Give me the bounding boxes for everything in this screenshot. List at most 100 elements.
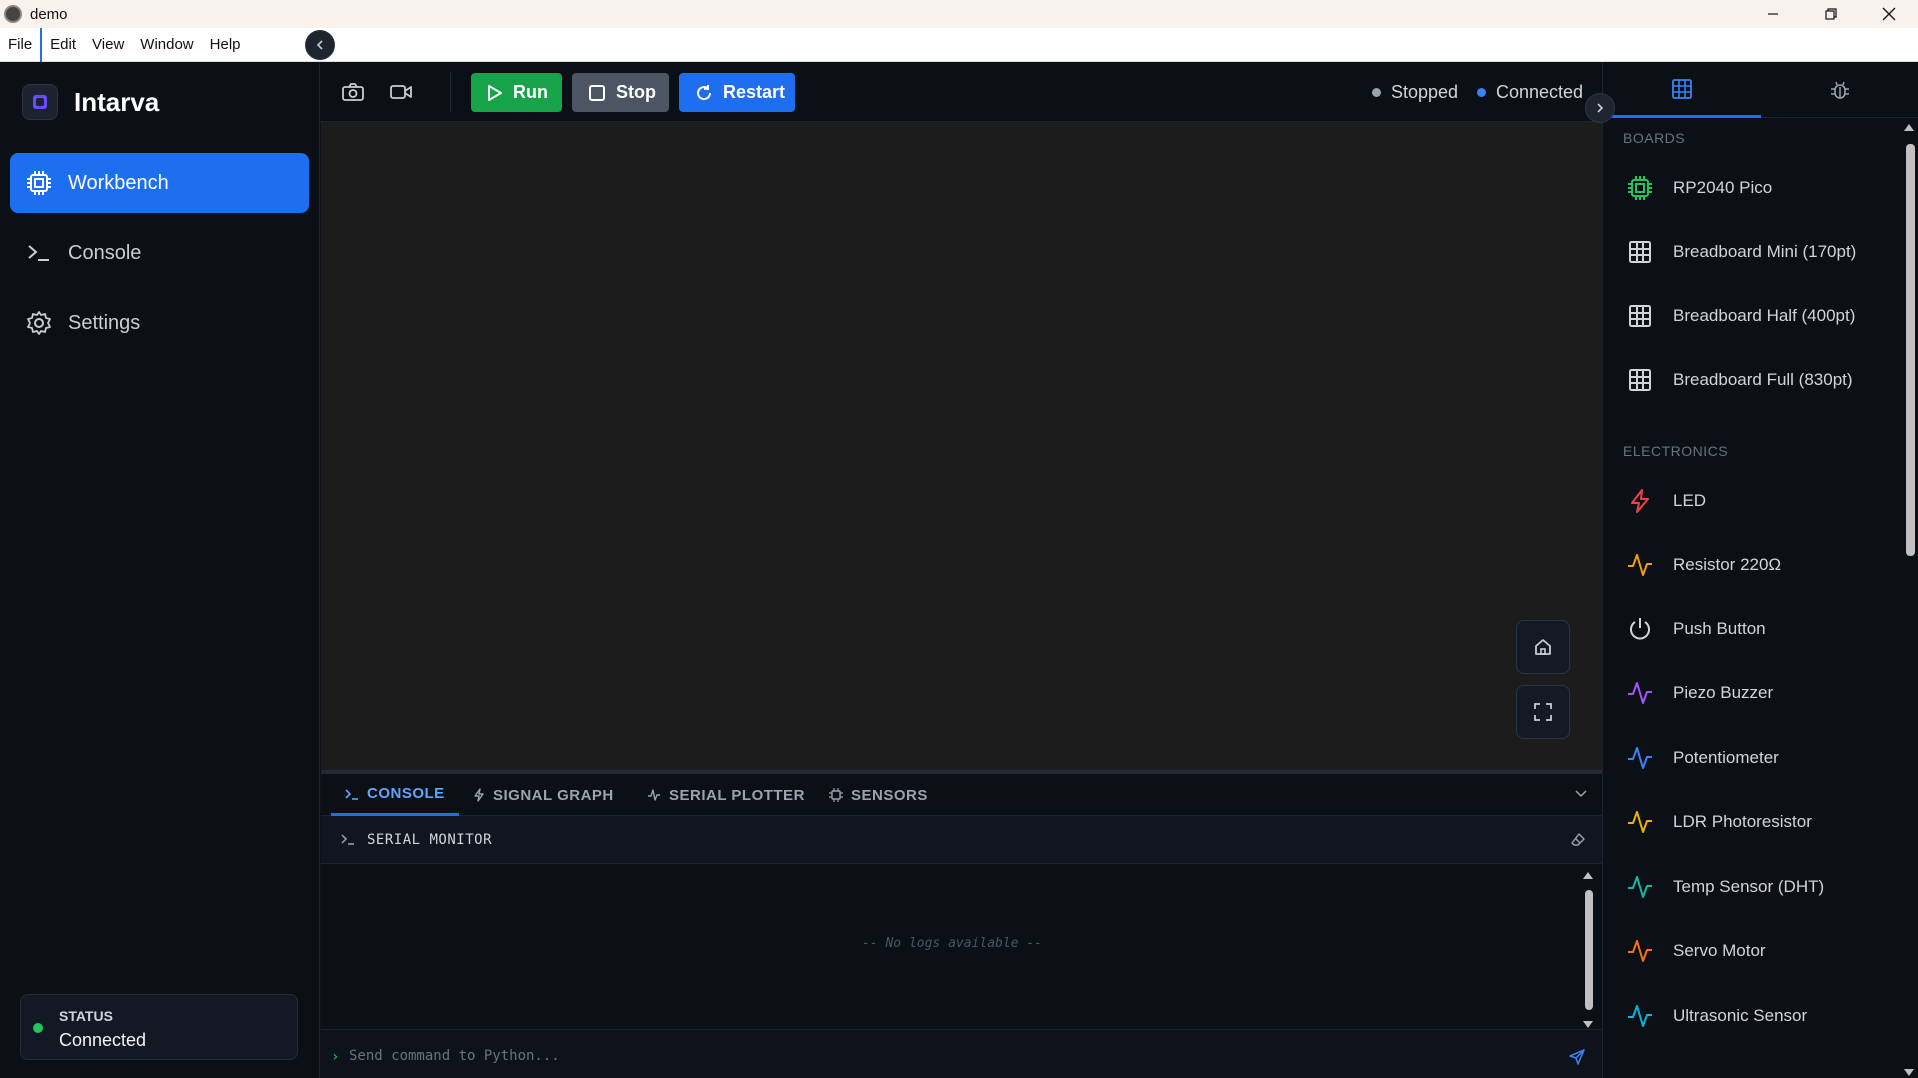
library-item-label: LDR Photoresistor [1673, 812, 1812, 831]
library-item-resistor[interactable]: Resistor 220Ω [1625, 545, 1895, 585]
tab-serial-plotter[interactable]: SERIAL PLOTTER [647, 774, 805, 816]
library-tabs [1603, 62, 1918, 118]
restore-button[interactable] [1802, 0, 1860, 28]
tab-debug[interactable] [1761, 62, 1918, 118]
play-icon [487, 84, 503, 102]
tab-sensors[interactable]: SENSORS [829, 774, 928, 816]
sidebar-item-label: Console [68, 241, 142, 264]
sidebar-item-console[interactable]: Console [10, 223, 309, 283]
chevron-down-icon [1575, 790, 1587, 798]
screenshot-button[interactable] [340, 80, 366, 104]
chevron-right-icon [1597, 103, 1604, 113]
library-item-rp2040-pico[interactable]: RP2040 Pico [1625, 168, 1895, 208]
fullscreen-button[interactable] [1516, 685, 1570, 739]
pulse-icon [647, 788, 661, 802]
send-icon [1569, 1049, 1585, 1065]
grid-icon [1625, 301, 1655, 331]
tab-components[interactable] [1603, 62, 1761, 118]
library-item-led[interactable]: LED [1625, 481, 1895, 521]
menu-window[interactable]: Window [132, 28, 201, 62]
library-item-label: Potentiometer [1673, 748, 1779, 767]
bolt-icon [1625, 486, 1655, 516]
scroll-up-icon[interactable] [1902, 122, 1916, 132]
toolbar-divider [450, 72, 451, 112]
video-icon [390, 85, 412, 99]
tab-label: SENSORS [851, 786, 928, 804]
library-item-label: Breadboard Full (830pt) [1673, 370, 1853, 389]
run-button[interactable]: Run [471, 73, 562, 112]
minimize-button[interactable] [1744, 0, 1802, 28]
status-title: STATUS [59, 1008, 113, 1024]
library-item-label: LED [1673, 491, 1707, 510]
sidebar-item-workbench[interactable]: Workbench [10, 153, 309, 213]
run-state-text: Stopped [1391, 82, 1459, 102]
tab-console[interactable]: CONSOLE [331, 774, 459, 816]
stop-button[interactable]: Stop [572, 73, 669, 112]
tab-label: SIGNAL GRAPH [493, 786, 614, 804]
toggle-library-button[interactable] [1585, 93, 1615, 123]
serial-monitor-header: SERIAL MONITOR [321, 816, 1602, 864]
title-bar: demo [0, 0, 1918, 28]
library-item-servo-motor[interactable]: Servo Motor [1625, 931, 1895, 971]
brand-logo-icon [22, 84, 58, 120]
library-item-breadboard-half[interactable]: Breadboard Half (400pt) [1625, 296, 1895, 336]
pulse-icon [1625, 1001, 1655, 1031]
collapse-panel-button[interactable] [1574, 786, 1588, 800]
library-item-piezo-buzzer[interactable]: Piezo Buzzer [1625, 673, 1895, 713]
sidebar-item-label: Workbench [68, 171, 169, 194]
sidebar-item-settings[interactable]: Settings [10, 293, 309, 353]
library-item-label: Breadboard Half (400pt) [1673, 306, 1856, 325]
menu-view[interactable]: View [84, 28, 132, 62]
app-icon [4, 5, 22, 23]
close-button[interactable] [1860, 0, 1918, 28]
scroll-down-icon[interactable] [1902, 1068, 1916, 1078]
stop-icon [588, 84, 606, 102]
restart-button[interactable]: Restart [679, 73, 795, 112]
clear-logs-button[interactable] [1570, 832, 1586, 848]
home-view-button[interactable] [1516, 620, 1570, 674]
log-scrollbar[interactable] [1582, 870, 1594, 1030]
scroll-up-icon[interactable] [1582, 870, 1594, 880]
menu-help[interactable]: Help [202, 28, 249, 62]
library-item-breadboard-mini[interactable]: Breadboard Mini (170pt) [1625, 232, 1895, 272]
menu-edit[interactable]: Edit [42, 28, 84, 62]
close-icon [1882, 7, 1896, 21]
pulse-icon [1625, 743, 1655, 773]
collapse-sidebar-button[interactable] [305, 30, 335, 60]
run-label: Run [513, 82, 548, 102]
boards-section-label: BOARDS [1623, 130, 1686, 146]
library-item-potentiometer[interactable]: Potentiometer [1625, 738, 1895, 778]
library-item-breadboard-full[interactable]: Breadboard Full (830pt) [1625, 360, 1895, 400]
pulse-icon [1625, 936, 1655, 966]
library-item-label: Breadboard Mini (170pt) [1673, 242, 1857, 261]
sidebar-item-label: Settings [68, 311, 141, 334]
library-item-ultrasonic-sensor[interactable]: Ultrasonic Sensor [1625, 996, 1895, 1036]
send-command-button[interactable] [1568, 1048, 1586, 1066]
terminal-icon [341, 832, 355, 846]
terminal-icon [345, 788, 359, 800]
record-button[interactable] [388, 80, 414, 104]
log-scrollbar-thumb[interactable] [1585, 890, 1593, 1010]
tab-signal-graph[interactable]: SIGNAL GRAPH [473, 774, 614, 816]
sidebar: Intarva Workbench Console Settings STATU… [0, 62, 320, 1078]
workbench-canvas[interactable] [321, 122, 1602, 770]
library-item-label: Servo Motor [1673, 941, 1766, 960]
command-input[interactable] [349, 1042, 1549, 1070]
prompt-chevron-icon: › [331, 1049, 340, 1065]
fullscreen-icon [1534, 703, 1552, 721]
library-scrollbar-thumb[interactable] [1906, 144, 1915, 556]
brand-name: Intarva [74, 86, 160, 117]
connection-dot [1477, 88, 1486, 97]
pulse-icon [1625, 872, 1655, 902]
library-item-ldr-photoresistor[interactable]: LDR Photoresistor [1625, 802, 1895, 842]
menu-file[interactable]: File [0, 27, 43, 62]
power-icon [1625, 614, 1655, 644]
library-item-temp-sensor[interactable]: Temp Sensor (DHT) [1625, 867, 1895, 907]
library-scrollbar[interactable] [1902, 122, 1918, 1078]
library-item-label: RP2040 Pico [1673, 178, 1773, 197]
terminal-icon [26, 240, 52, 266]
chip-icon [26, 170, 52, 196]
window-title: demo [30, 5, 68, 23]
library-item-push-button[interactable]: Push Button [1625, 609, 1895, 649]
tab-label: CONSOLE [367, 785, 445, 802]
